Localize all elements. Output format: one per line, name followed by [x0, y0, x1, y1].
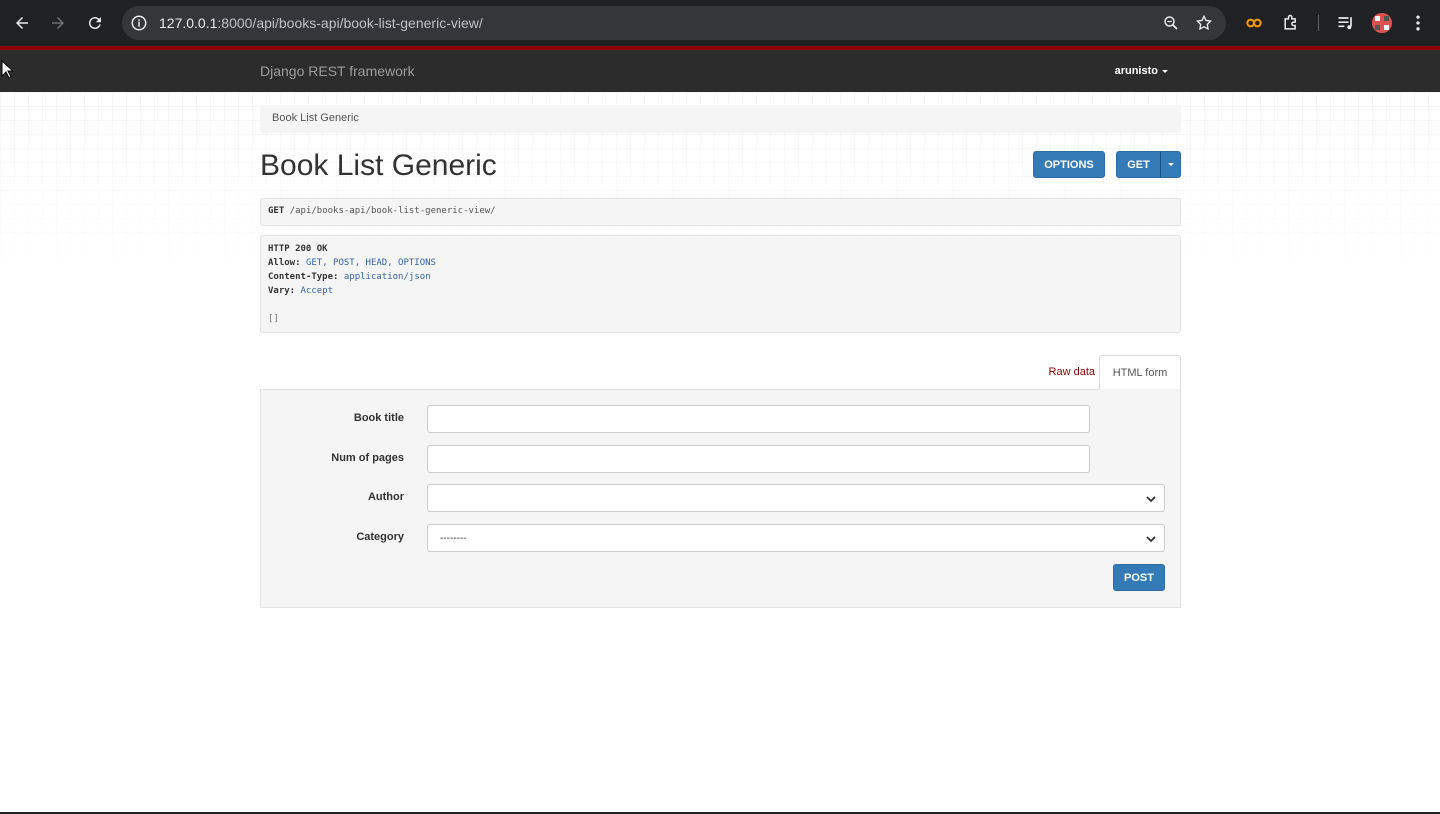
extension-icon[interactable] — [1244, 13, 1264, 33]
tab-html-form[interactable]: HTML form — [1099, 355, 1181, 390]
num-pages-input[interactable] — [427, 445, 1090, 473]
options-button[interactable]: OPTIONS — [1033, 151, 1105, 178]
request-info: GET /api/books-api/book-list-generic-vie… — [260, 198, 1181, 226]
breadcrumb-item[interactable]: Book List Generic — [272, 112, 359, 124]
toolbar-divider — [1318, 15, 1319, 31]
page-title: Book List Generic — [260, 149, 497, 182]
address-bar[interactable]: 127.0.0.1:8000/api/books-api/book-list-g… — [122, 6, 1226, 40]
response-body: [] — [268, 314, 279, 324]
request-path: /api/books-api/book-list-generic-view/ — [289, 206, 496, 216]
allow-header-key: Allow: — [268, 258, 301, 268]
breadcrumb: Book List Generic — [260, 105, 1181, 133]
url-text[interactable]: 127.0.0.1:8000/api/books-api/book-list-g… — [159, 15, 483, 31]
user-dropdown[interactable]: arunisto — [1115, 65, 1168, 77]
vary-key: Vary: — [268, 286, 296, 296]
url-path: :8000/api/books-api/book-list-generic-vi… — [217, 15, 483, 31]
username: arunisto — [1114, 65, 1158, 77]
content-type-key: Content-Type: — [268, 272, 339, 282]
mouse-cursor-icon — [1, 60, 13, 79]
book-title-label: Book title — [353, 412, 404, 424]
response-info: HTTP 200 OK Allow: GET, POST, HEAD, OPTI… — [260, 235, 1181, 333]
caret-down-icon — [1167, 163, 1174, 166]
puzzle-icon[interactable] — [1281, 13, 1301, 33]
bookmark-star-icon[interactable] — [1195, 14, 1213, 32]
chevron-down-icon — [1146, 536, 1156, 543]
navbar-brand[interactable]: Django REST framework — [260, 63, 415, 79]
chevron-down-icon — [1146, 496, 1156, 503]
reload-icon[interactable] — [83, 11, 107, 35]
response-status: HTTP 200 OK — [268, 244, 328, 254]
back-icon[interactable] — [10, 11, 34, 35]
category-select[interactable]: -------- — [427, 524, 1165, 552]
post-button[interactable]: POST — [1113, 564, 1165, 591]
more-menu-icon[interactable] — [1408, 13, 1428, 33]
url-host: 127.0.0.1 — [159, 15, 218, 31]
request-method: GET — [268, 206, 285, 216]
get-button[interactable]: GET — [1116, 151, 1161, 178]
site-info-icon[interactable] — [130, 14, 148, 32]
get-format-dropdown[interactable] — [1160, 151, 1181, 178]
form-tabs: Raw data HTML form — [260, 355, 1181, 390]
browser-toolbar: 127.0.0.1:8000/api/books-api/book-list-g… — [0, 0, 1440, 46]
author-label: Author — [367, 491, 404, 503]
vary-value: Accept — [300, 286, 334, 296]
media-icon[interactable] — [1336, 13, 1356, 33]
category-selected-value: -------- — [440, 533, 467, 544]
forward-icon[interactable] — [46, 11, 70, 35]
num-pages-label: Num of pages — [331, 452, 404, 464]
category-label: Category — [356, 531, 404, 543]
allow-header-value: GET, POST, HEAD, OPTIONS — [305, 258, 436, 268]
profile-avatar[interactable] — [1372, 13, 1392, 33]
caret-down-icon — [1162, 69, 1168, 73]
zoom-icon[interactable] — [1162, 14, 1180, 32]
tab-raw-data[interactable]: Raw data — [1049, 366, 1095, 378]
content-type-value: application/json — [343, 272, 431, 282]
book-title-input[interactable] — [427, 405, 1090, 433]
drf-navbar: Django REST framework arunisto — [0, 50, 1440, 92]
author-select[interactable] — [427, 484, 1165, 512]
